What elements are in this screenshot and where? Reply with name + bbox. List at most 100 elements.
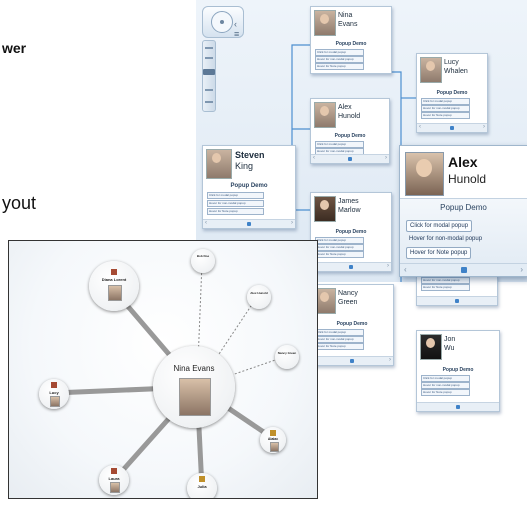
note-popup-link[interactable]: Hover for Note popup — [315, 63, 364, 70]
modal-popup-link[interactable]: Click for modal popup — [315, 141, 364, 148]
employee-last-name: Hunold — [448, 172, 487, 186]
radial-node[interactable]: Julia — [187, 473, 217, 498]
non-modal-popup-link[interactable]: Hover for non-modal popup — [207, 200, 264, 207]
note-popup-button[interactable]: Hover for Note popup — [406, 247, 472, 259]
employee-last-name: Evans — [338, 21, 358, 28]
radial-layout-viewer[interactable]: Nina Evans Diana Lorent Bob Doe Alex Hun… — [8, 240, 318, 499]
non-modal-popup-button[interactable]: Hover for non-modal popup — [406, 234, 485, 244]
non-modal-popup-link[interactable]: Hover for non-modal popup — [315, 56, 364, 63]
page-indicator-icon — [455, 299, 459, 303]
note-popup-link[interactable]: Hover for Note popup — [421, 112, 470, 119]
node-photo — [110, 482, 120, 493]
non-modal-popup-link[interactable]: Hover for non-modal popup — [421, 382, 470, 389]
zoom-slider-thumb[interactable] — [203, 69, 215, 75]
radial-node[interactable]: Laura — [99, 465, 129, 495]
modal-popup-link[interactable]: Click for modal popup — [207, 192, 264, 199]
page-indicator-icon — [460, 267, 467, 273]
prev-arrow-icon[interactable]: ‹ — [313, 155, 315, 161]
node-label: Alaiac — [267, 437, 279, 441]
page-indicator-icon — [349, 265, 353, 269]
employee-card[interactable]: Nina Evans Popup Demo Click for modal pop… — [310, 6, 392, 74]
popup-demo-title: Popup Demo — [336, 321, 368, 327]
expanded-employee-card[interactable]: Alex Hunold Popup Demo Click for modal p… — [399, 145, 527, 277]
modal-popup-link[interactable]: Click for modal popup — [315, 49, 364, 56]
employee-first-name: Alex — [338, 104, 352, 111]
prev-arrow-icon[interactable]: ‹ — [205, 220, 207, 226]
next-arrow-icon[interactable]: › — [387, 263, 389, 269]
employee-first-name: James — [338, 198, 359, 205]
note-popup-link[interactable]: Hover for Note popup — [315, 251, 364, 258]
popup-demo-title: Popup Demo — [334, 133, 366, 139]
employee-photo — [314, 10, 336, 36]
employee-last-name: Wu — [444, 345, 455, 352]
center-node-label: Nina Evans — [173, 364, 215, 373]
layout-toggle-icon[interactable]: ‹ ≡ — [234, 19, 243, 39]
next-arrow-icon[interactable]: › — [520, 265, 523, 274]
radial-node[interactable]: Alex Hunold — [247, 285, 271, 309]
employee-card[interactable]: James Marlow Popup Demo Click for modal p… — [310, 192, 392, 272]
node-label: Nancy Green — [277, 351, 297, 355]
radial-node[interactable]: Lucy — [39, 379, 69, 409]
node-tag-icon — [111, 468, 117, 474]
employee-photo — [206, 149, 232, 179]
employee-first-name: Alex — [448, 154, 478, 170]
employee-card[interactable]: Alex Hunold Popup Demo Click for modal po… — [310, 98, 390, 164]
next-arrow-icon[interactable]: › — [483, 124, 485, 130]
modal-popup-link[interactable]: Click for modal popup — [315, 329, 364, 336]
employee-last-name: Marlow — [338, 207, 361, 214]
non-modal-popup-link[interactable]: Hover for non-modal popup — [421, 105, 470, 112]
page-indicator-icon — [247, 222, 251, 226]
employee-card[interactable]: Steven King Popup Demo Click for modal po… — [202, 145, 296, 229]
modal-popup-button[interactable]: Click for modal popup — [406, 220, 473, 232]
non-modal-popup-link[interactable]: Hover for non-modal popup — [315, 244, 364, 251]
node-tag-icon — [111, 269, 117, 275]
next-arrow-icon[interactable]: › — [291, 220, 293, 226]
modal-popup-link[interactable]: Click for modal popup — [421, 98, 470, 105]
employee-first-name: Jon — [444, 336, 456, 343]
prev-arrow-icon[interactable]: ‹ — [419, 124, 421, 130]
modal-popup-link[interactable]: Click for modal popup — [421, 375, 470, 382]
radial-node[interactable]: Diana Lorent — [89, 261, 139, 311]
modal-popup-link[interactable]: Click for modal popup — [315, 237, 364, 244]
popup-demo-title: Popup Demo — [230, 183, 268, 189]
employee-photo — [314, 196, 336, 222]
employee-card[interactable]: Jon Wu Popup Demo Click for modal popup H… — [416, 330, 500, 412]
employee-last-name: Hunold — [338, 113, 361, 120]
node-tag-icon — [199, 476, 205, 482]
node-photo — [270, 442, 279, 452]
non-modal-popup-link[interactable]: Hover for non-modal popup — [421, 277, 470, 284]
employee-card[interactable]: Nancy Green Popup Demo Click for modal po… — [310, 284, 394, 366]
radial-node[interactable]: Nancy Green — [275, 345, 299, 369]
radial-node[interactable]: Alaiac — [260, 427, 286, 453]
note-popup-link[interactable]: Hover for Note popup — [207, 208, 264, 215]
employee-photo — [314, 102, 336, 128]
node-label: Bob Doe — [196, 254, 210, 258]
prev-arrow-icon[interactable]: ‹ — [404, 265, 407, 274]
employee-last-name: Green — [338, 299, 358, 306]
pan-control[interactable]: ‹ ≡ — [202, 6, 244, 39]
next-arrow-icon[interactable]: › — [389, 357, 391, 363]
node-photo — [50, 396, 60, 407]
note-popup-link[interactable]: Hover for Note popup — [421, 284, 470, 291]
employee-photo — [420, 334, 442, 360]
pan-knob-icon[interactable] — [211, 11, 233, 33]
node-tag-icon — [270, 430, 276, 436]
employee-card[interactable]: Hover for non-modal popup Hover for Note… — [416, 275, 498, 306]
employee-photo — [420, 57, 442, 83]
employee-card[interactable]: Lucy Whalen Popup Demo Click for modal po… — [416, 53, 488, 133]
employee-first-name: Nina — [338, 12, 353, 19]
note-popup-link[interactable]: Hover for Note popup — [421, 389, 470, 396]
zoom-slider[interactable] — [202, 40, 216, 112]
employee-first-name: Steven — [235, 150, 265, 160]
radial-node[interactable]: Bob Doe — [191, 249, 215, 273]
slide-text-fragment: yout — [2, 193, 37, 213]
non-modal-popup-link[interactable]: Hover for non-modal popup — [315, 336, 364, 343]
node-photo — [108, 285, 122, 301]
node-tag-icon — [51, 382, 57, 388]
popup-demo-title: Popup Demo — [335, 41, 367, 47]
note-popup-link[interactable]: Hover for Note popup — [315, 343, 364, 350]
employee-first-name: Nancy — [338, 290, 358, 297]
next-arrow-icon[interactable]: › — [385, 155, 387, 161]
radial-center-node[interactable]: Nina Evans — [153, 346, 235, 428]
node-label: Julia — [197, 484, 207, 489]
